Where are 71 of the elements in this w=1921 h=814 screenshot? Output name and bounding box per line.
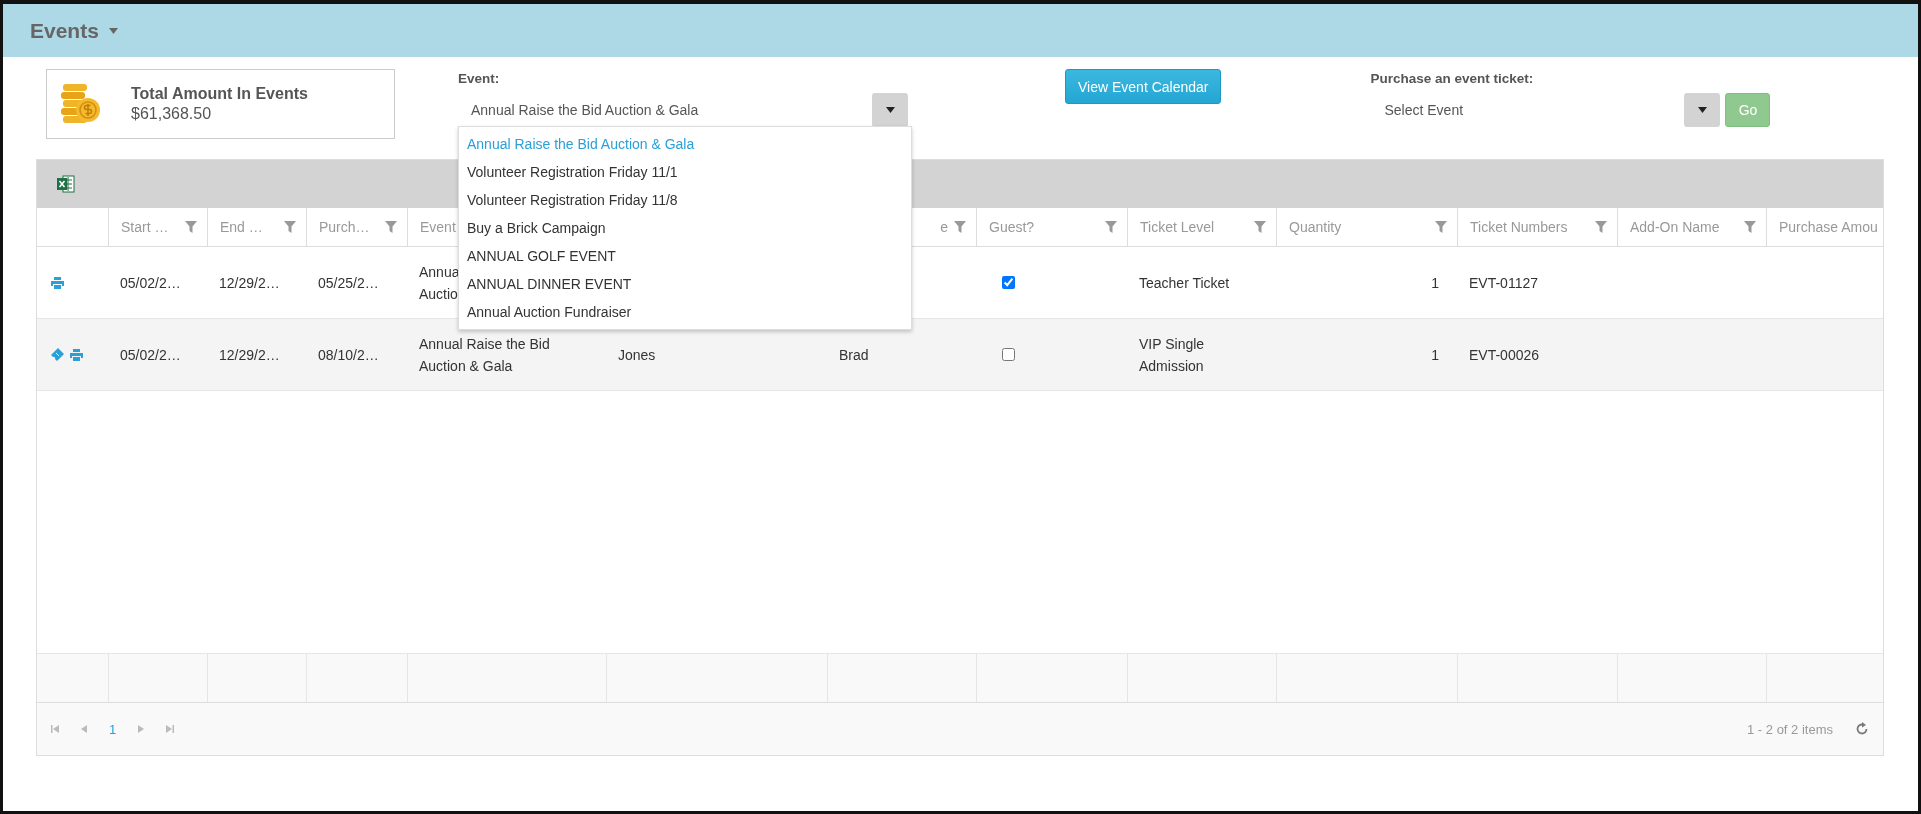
- field-label: Event:: [458, 71, 500, 86]
- dropdown-button[interactable]: [872, 93, 908, 127]
- filter-icon[interactable]: [284, 221, 296, 233]
- field-label: Purchase an event ticket:: [1370, 71, 1534, 86]
- guest-checkbox[interactable]: [1002, 348, 1015, 361]
- summary-amount: $61,368.50: [131, 105, 213, 123]
- column-header[interactable]: e: [940, 219, 948, 235]
- table-cell-text: Brad: [839, 345, 869, 365]
- table-cell-text: 12/29/2…: [219, 273, 280, 293]
- table-cell-text: Annual Raise the Bid Auction & Gala: [419, 334, 550, 376]
- table-cell-text: 1: [1431, 273, 1439, 293]
- dropdown-option[interactable]: Annual Raise the Bid Auction & Gala: [459, 130, 911, 158]
- filter-icon[interactable]: [954, 221, 966, 233]
- table-cell-text: 05/02/2…: [120, 273, 181, 293]
- dropdown-button[interactable]: [1684, 93, 1721, 127]
- calendar-button[interactable]: View Event Calendar: [1065, 69, 1222, 104]
- table-cell-text: Teacher Ticket: [1139, 273, 1230, 293]
- dropdown-option[interactable]: Volunteer Registration Friday 11/1: [459, 158, 911, 186]
- dropdown-option[interactable]: Volunteer Registration Friday 11/8: [459, 186, 911, 214]
- coins-icon: [61, 82, 101, 126]
- page-title: Events: [30, 18, 99, 43]
- table-cell-text: 1: [1431, 345, 1439, 365]
- summary-label: Total Amount In Events: [131, 85, 308, 103]
- table-cell-text: EVT-00026: [1469, 345, 1540, 365]
- column-header[interactable]: Quantity: [1289, 219, 1342, 235]
- guest-checkbox[interactable]: [1002, 276, 1015, 289]
- column-header[interactable]: Guest?: [989, 219, 1035, 235]
- event-select-value[interactable]: Annual Raise the Bid Auction & Gala: [458, 102, 699, 118]
- table-cell-text: Jones: [618, 345, 656, 365]
- table-cell-text: Annua Auctio: [419, 262, 460, 304]
- column-header[interactable]: Event: [420, 219, 456, 235]
- dropdown-option[interactable]: Annual Auction Fundraiser: [459, 298, 911, 326]
- table-cell-text: 12/29/2…: [219, 345, 280, 365]
- first-page-icon[interactable]: [51, 725, 59, 733]
- caret-icon: [1698, 107, 1707, 113]
- ticket-icon[interactable]: [51, 348, 64, 361]
- dropdown-option[interactable]: Buy a Brick Campaign: [459, 214, 911, 242]
- print-icon[interactable]: [70, 348, 83, 361]
- filter-icon[interactable]: [1105, 221, 1117, 233]
- dropdown-option[interactable]: ANNUAL GOLF EVENT: [459, 242, 911, 270]
- table-cell-text: VIP Single Admission: [1139, 334, 1206, 376]
- column-header[interactable]: Start …: [121, 219, 169, 235]
- filter-icon[interactable]: [1435, 221, 1447, 233]
- column-header[interactable]: Ticket Level: [1140, 219, 1215, 235]
- caret-icon: [108, 27, 118, 34]
- column-header[interactable]: Ticket Numbers: [1470, 219, 1568, 235]
- filter-icon[interactable]: [185, 221, 197, 233]
- filter-icon[interactable]: [1254, 221, 1266, 233]
- print-icon[interactable]: [51, 276, 64, 289]
- caret-icon: [885, 107, 895, 113]
- table-cell-text: EVT-01127: [1469, 273, 1538, 293]
- column-header[interactable]: Purch…: [319, 219, 370, 235]
- refresh-icon[interactable]: [1855, 722, 1869, 736]
- table-cell-text: 08/10/2…: [318, 345, 379, 365]
- pager-info: 1 - 2 of 2 items: [1747, 721, 1833, 737]
- page-button[interactable]: 1: [109, 721, 117, 737]
- filter-icon[interactable]: [385, 221, 397, 233]
- filter-icon[interactable]: [1744, 221, 1756, 233]
- next-page-icon[interactable]: [138, 725, 145, 733]
- column-header[interactable]: Purchase Amou: [1779, 219, 1878, 235]
- table-cell-text: 05/25/2…: [318, 273, 379, 293]
- table-cell-text: 05/02/2…: [120, 345, 181, 365]
- filter-icon[interactable]: [1595, 221, 1607, 233]
- last-page-icon[interactable]: [166, 725, 175, 733]
- column-header[interactable]: Add-On Name: [1630, 219, 1720, 235]
- dropdown-option[interactable]: ANNUAL DINNER EVENT: [459, 270, 911, 298]
- spreadsheet-icon[interactable]: [57, 175, 75, 193]
- previous-page-icon[interactable]: [81, 725, 87, 733]
- column-header[interactable]: End …: [220, 219, 263, 235]
- go-button[interactable]: Go: [1725, 93, 1771, 127]
- event-select-placeholder[interactable]: Select Event: [1370, 102, 1464, 118]
